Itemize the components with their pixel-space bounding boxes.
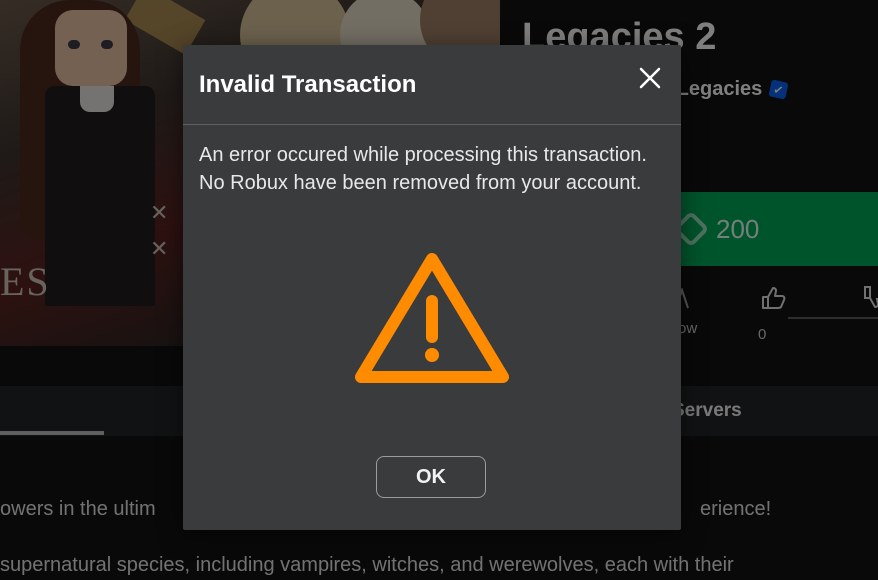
close-icon[interactable] <box>637 65 663 91</box>
ok-button[interactable]: OK <box>376 456 486 498</box>
invalid-transaction-dialog: Invalid Transaction An error occured whi… <box>183 45 681 530</box>
dialog-header: Invalid Transaction <box>183 45 681 125</box>
warning-icon <box>355 253 509 383</box>
dialog-message: An error occured while processing this t… <box>199 144 647 194</box>
dialog-title: Invalid Transaction <box>199 71 417 98</box>
